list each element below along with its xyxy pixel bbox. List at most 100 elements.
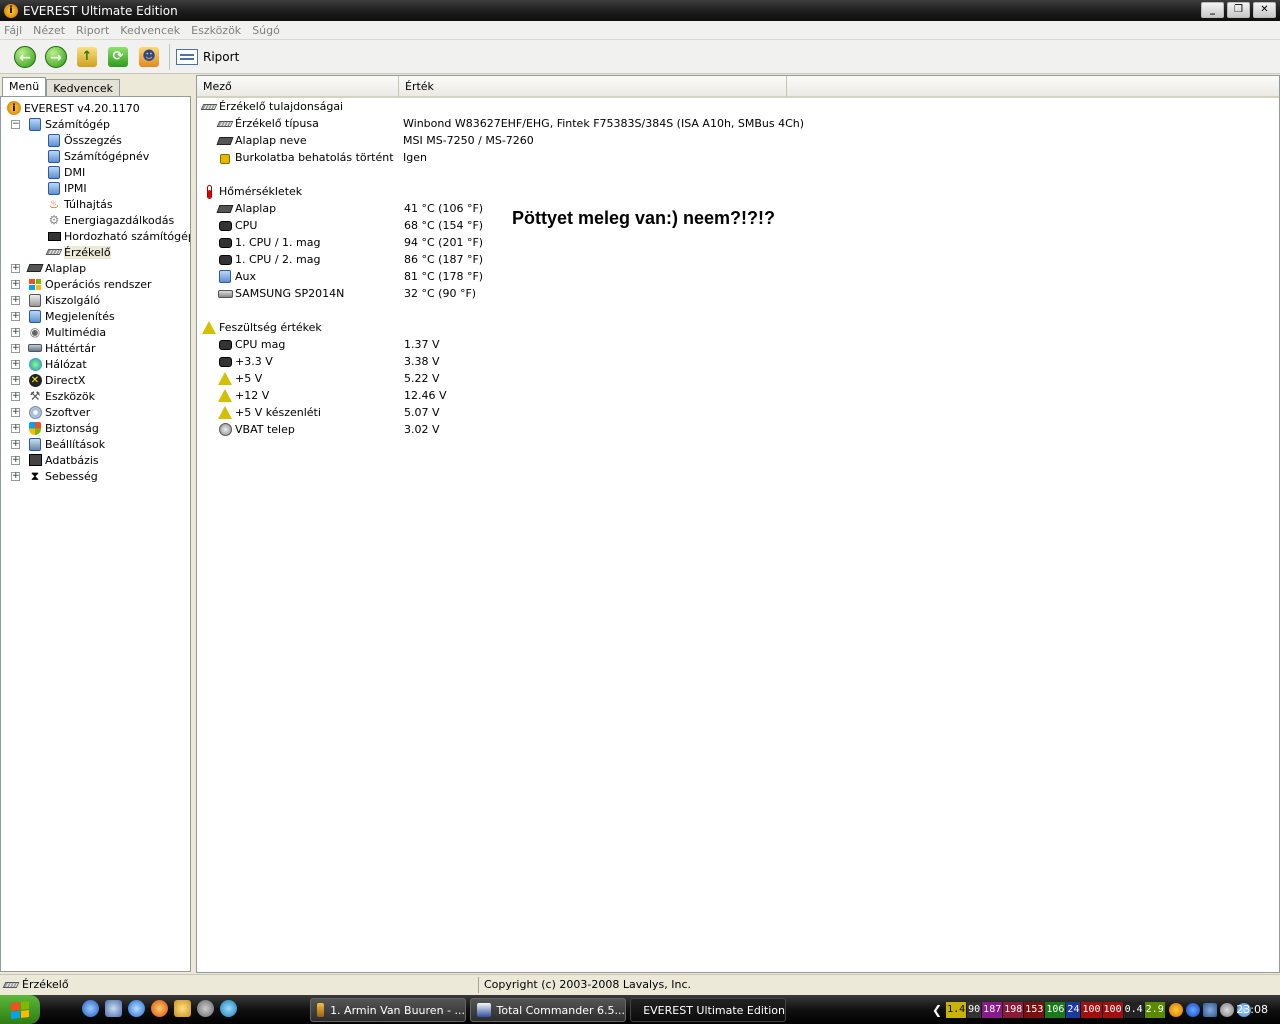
tree-expander[interactable]: + bbox=[11, 328, 20, 337]
menu-help[interactable]: Súgó bbox=[252, 24, 280, 37]
maximize-button[interactable]: ❐ bbox=[1227, 2, 1250, 18]
tree-item-computer-child[interactable]: Számítógépnév bbox=[47, 148, 149, 164]
menu-view[interactable]: Nézet bbox=[33, 24, 65, 37]
column-header-value[interactable]: Érték bbox=[399, 76, 787, 98]
refresh-button[interactable]: ⟳ bbox=[105, 44, 131, 70]
quicklaunch-explorer-icon[interactable] bbox=[105, 1000, 122, 1017]
tree-expander[interactable]: + bbox=[11, 264, 20, 273]
detail-row-field[interactable]: CPU bbox=[217, 217, 257, 234]
tab-menu[interactable]: Menü bbox=[2, 77, 47, 97]
close-button[interactable]: ✕ bbox=[1253, 2, 1276, 18]
users-button[interactable]: ☻ bbox=[136, 44, 162, 70]
tree-item-top[interactable]: ◉ Multimédia bbox=[28, 324, 106, 340]
forward-button[interactable]: → bbox=[43, 44, 69, 70]
detail-row-field[interactable]: SAMSUNG SP2014N bbox=[217, 285, 344, 302]
tree-expander[interactable]: + bbox=[11, 312, 20, 321]
detail-row-field[interactable]: VBAT telep bbox=[217, 421, 295, 438]
detail-row-field[interactable]: +12 V bbox=[217, 387, 269, 404]
tree-item-top[interactable]: ✕ DirectX bbox=[28, 372, 85, 388]
detail-row-field[interactable]: +5 V készenléti bbox=[217, 404, 321, 421]
tree-item-top[interactable]: Beállítások bbox=[28, 436, 105, 452]
tray-sensor-value[interactable]: 0.4 bbox=[1123, 1002, 1144, 1018]
detail-row-field[interactable]: Alaplap neve bbox=[216, 132, 307, 149]
detail-row-field[interactable]: +5 V bbox=[217, 370, 262, 387]
tree-expander[interactable]: + bbox=[11, 408, 20, 417]
column-header-field[interactable]: Mező bbox=[197, 76, 399, 98]
up-button[interactable]: ↑ bbox=[74, 44, 100, 70]
tree-item-computer-child[interactable]: ⚙ Energiagazdálkodás bbox=[47, 212, 175, 228]
menu-tools[interactable]: Eszközök bbox=[191, 24, 241, 37]
tree-expander[interactable]: + bbox=[11, 296, 20, 305]
quicklaunch-tool-icon[interactable] bbox=[174, 1000, 191, 1017]
taskbar-item-total-commander[interactable]: Total Commander 6.5... bbox=[470, 998, 626, 1022]
tray-sensor-value[interactable]: 24 bbox=[1066, 1002, 1081, 1018]
tree-root[interactable]: i EVEREST v4.20.1170 bbox=[7, 100, 140, 116]
detail-row-field[interactable]: 1. CPU / 2. mag bbox=[217, 251, 321, 268]
detail-row-field[interactable]: Érzékelő típusa bbox=[216, 115, 319, 132]
tray-sensor-value[interactable]: 100 bbox=[1102, 1002, 1123, 1018]
tray-sensor-value[interactable]: 2.9 bbox=[1144, 1002, 1165, 1018]
tree-expander[interactable]: + bbox=[11, 456, 20, 465]
tree-item-top[interactable]: Szoftver bbox=[28, 404, 90, 420]
tree-item-top[interactable]: ⧗ Sebesség bbox=[28, 468, 98, 484]
tree-item-top[interactable]: Háttértár bbox=[28, 340, 96, 356]
tray-sensor-value[interactable]: 153 bbox=[1024, 1002, 1045, 1018]
quicklaunch-firefox-icon[interactable] bbox=[151, 1000, 168, 1017]
tree-item-computer-child[interactable]: Összegzés bbox=[47, 132, 122, 148]
detail-row-field[interactable]: Aux bbox=[217, 268, 256, 285]
tree-expander[interactable]: + bbox=[11, 424, 20, 433]
tray-expand-icon[interactable]: ❮ bbox=[932, 1003, 942, 1017]
tree-expander[interactable]: + bbox=[11, 360, 20, 369]
tray-sensor-value[interactable]: 187 bbox=[982, 1002, 1003, 1018]
tree-item-top[interactable]: ⚒ Eszközök bbox=[28, 388, 95, 404]
minimize-button[interactable]: _ bbox=[1201, 2, 1224, 18]
quicklaunch-media-icon[interactable] bbox=[197, 1000, 214, 1017]
menu-file[interactable]: Fájl bbox=[4, 24, 22, 37]
back-button[interactable]: ← bbox=[12, 44, 38, 70]
tray-sensor-value[interactable]: 100 bbox=[1081, 1002, 1102, 1018]
tree-expander[interactable]: + bbox=[11, 440, 20, 449]
tree-expander[interactable]: + bbox=[11, 280, 20, 289]
tree-item-top[interactable]: Hálózat bbox=[28, 356, 87, 372]
menu-report[interactable]: Riport bbox=[76, 24, 109, 37]
menu-favorites[interactable]: Kedvencek bbox=[120, 24, 180, 37]
tree-expander[interactable]: + bbox=[11, 344, 20, 353]
tray-sensor-value[interactable]: 106 bbox=[1045, 1002, 1066, 1018]
everest-tray-icon[interactable] bbox=[1168, 1003, 1183, 1017]
tree-item-computer-child[interactable]: Hordozható számítógép bbox=[47, 228, 190, 244]
detail-row-field[interactable]: 1. CPU / 1. mag bbox=[217, 234, 321, 251]
quicklaunch-ie-icon[interactable] bbox=[128, 1000, 145, 1017]
detail-row-field[interactable]: Burkolatba behatolás történt bbox=[217, 149, 394, 166]
detail-row-field[interactable]: CPU mag bbox=[217, 336, 285, 353]
quicklaunch-app-icon[interactable] bbox=[82, 1000, 99, 1017]
tree-item-top[interactable]: Biztonság bbox=[28, 420, 99, 436]
volume-icon[interactable] bbox=[1219, 1003, 1234, 1017]
tree-expander[interactable]: + bbox=[11, 392, 20, 401]
tree-item-computer[interactable]: Számítógép bbox=[28, 116, 110, 132]
tree-item-computer-child[interactable]: DMI bbox=[47, 164, 85, 180]
tree-item-top[interactable]: Alaplap bbox=[26, 260, 86, 276]
quicklaunch-messenger-icon[interactable] bbox=[220, 1000, 237, 1017]
detail-row-field[interactable]: Alaplap bbox=[216, 200, 276, 217]
taskbar-item-everest[interactable]: EVEREST Ultimate Edition bbox=[630, 998, 786, 1022]
tree-item-computer-child[interactable]: ♨ Túlhajtás bbox=[47, 196, 113, 212]
start-button[interactable] bbox=[0, 995, 40, 1024]
detail-row-field[interactable]: +3.3 V bbox=[217, 353, 273, 370]
network-icon[interactable] bbox=[1202, 1003, 1217, 1017]
tree-item-top[interactable]: Megjelenítés bbox=[28, 308, 115, 324]
tray-sensor-value[interactable]: 1.4 bbox=[946, 1002, 967, 1018]
tab-favorites[interactable]: Kedvencek bbox=[46, 79, 121, 96]
tree-expander[interactable]: + bbox=[11, 376, 20, 385]
taskbar-item-winamp[interactable]: 1. Armin Van Buuren - ... bbox=[310, 998, 466, 1022]
tray-sensor-value[interactable]: 198 bbox=[1003, 1002, 1024, 1018]
tree-item-top[interactable]: Adatbázis bbox=[28, 452, 99, 468]
tree-item-computer-child[interactable]: Érzékelő bbox=[45, 244, 111, 260]
tree-item-top[interactable]: Kiszolgáló bbox=[28, 292, 100, 308]
tree-expander[interactable]: + bbox=[11, 472, 20, 481]
tray-sensor-value[interactable]: 90 bbox=[967, 1002, 982, 1018]
bluetooth-icon[interactable] bbox=[1185, 1003, 1200, 1017]
report-button[interactable]: Riport bbox=[176, 48, 239, 65]
tree-item-top[interactable]: Operációs rendszer bbox=[28, 276, 152, 292]
tree-item-computer-child[interactable]: IPMI bbox=[47, 180, 87, 196]
tree-expander-computer[interactable]: − bbox=[11, 120, 20, 129]
